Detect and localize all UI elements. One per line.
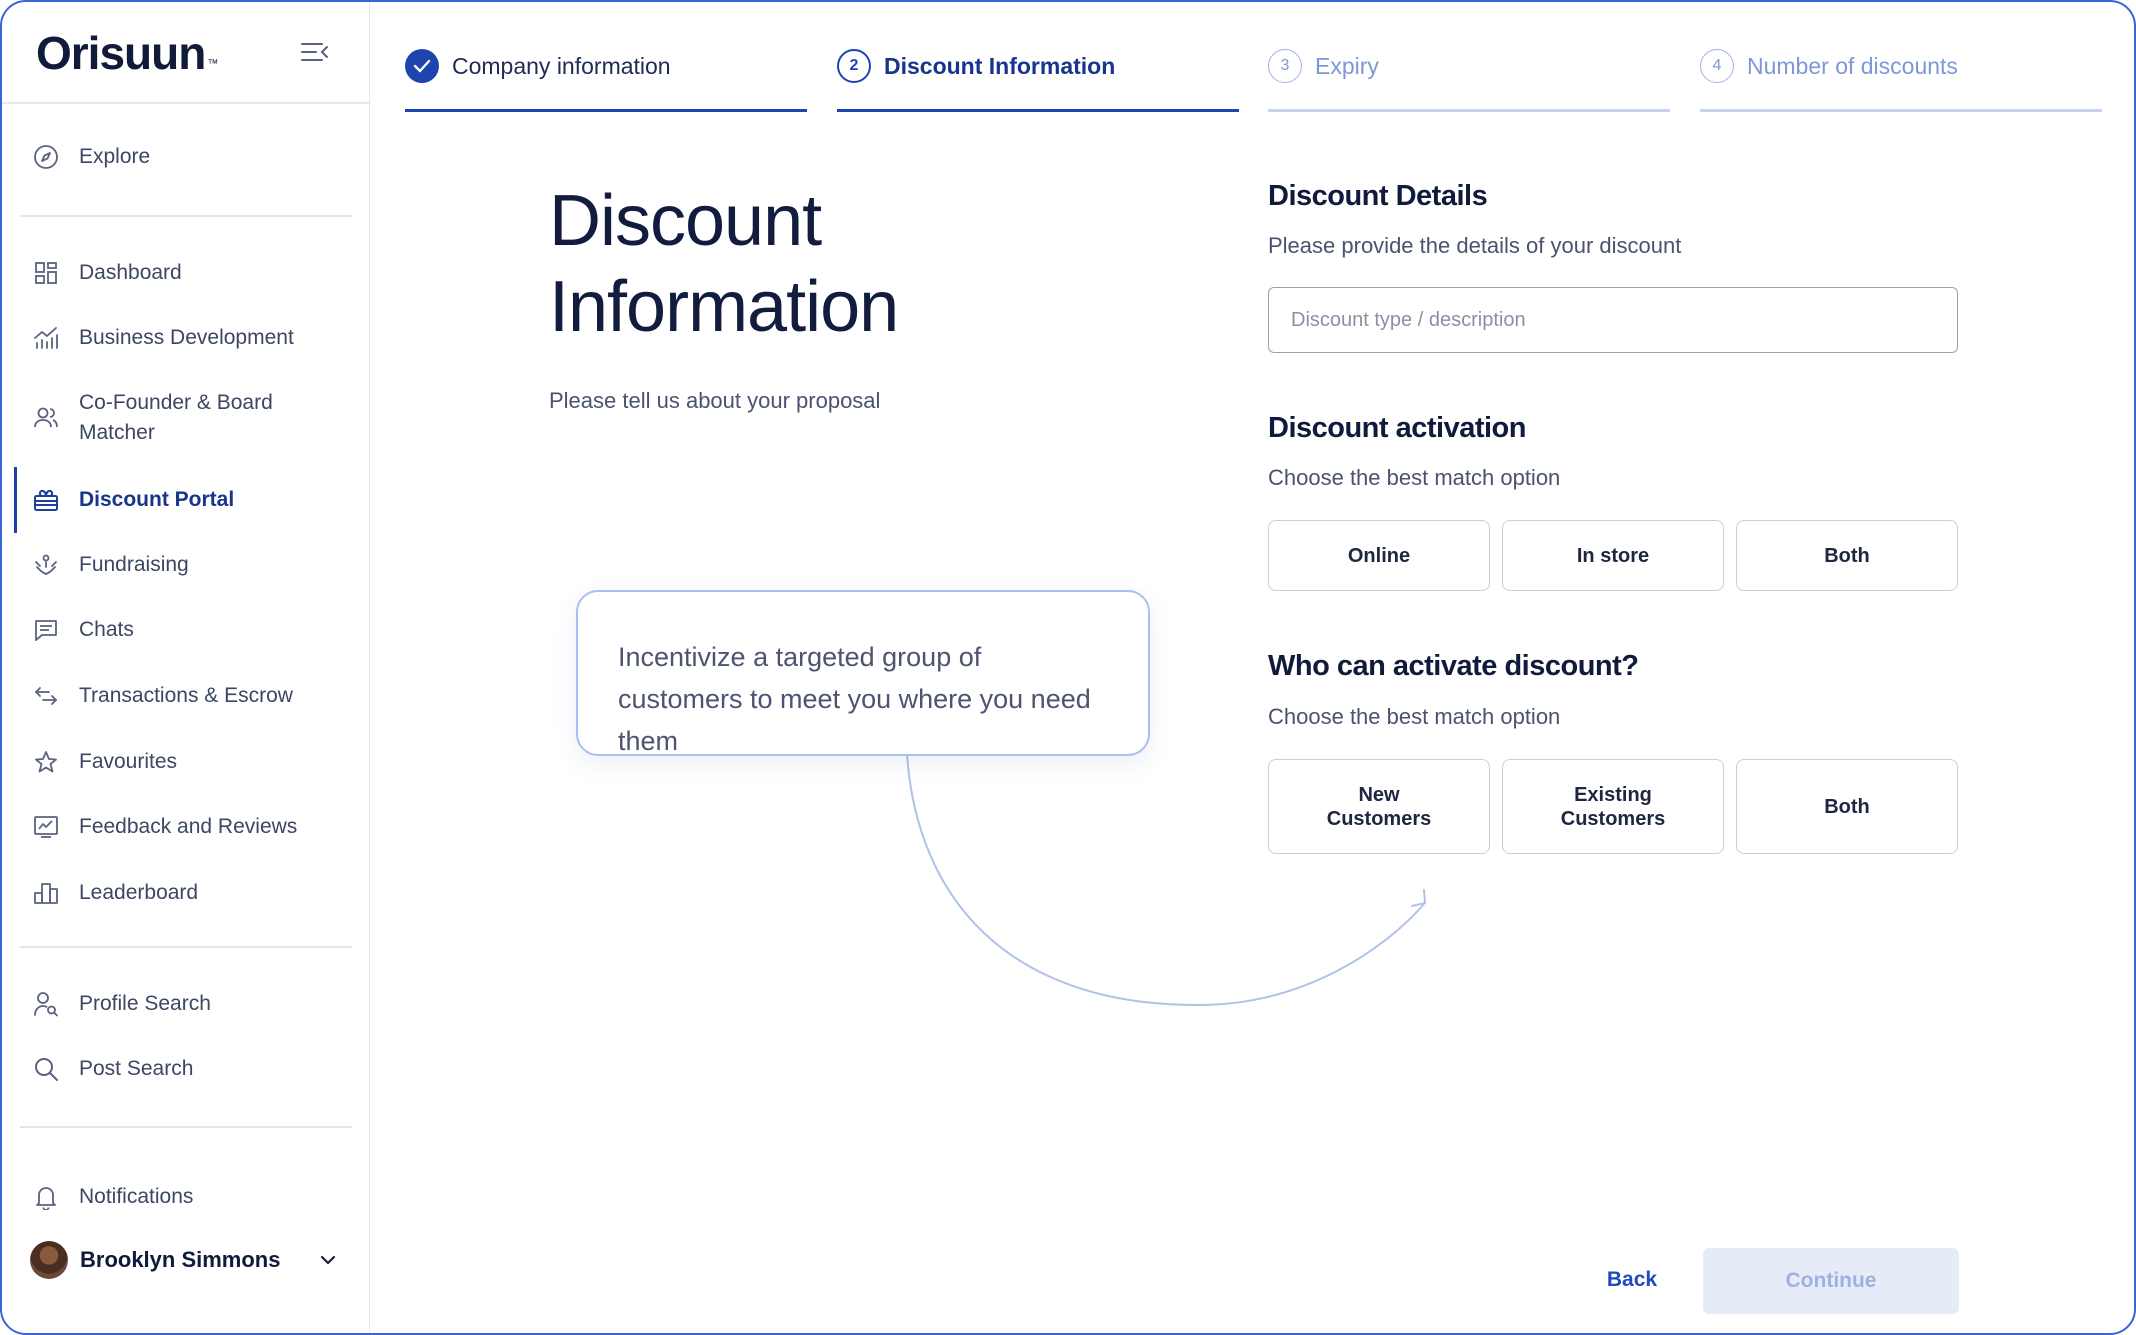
step-label: Discount Information <box>884 52 1116 79</box>
gift-icon <box>32 486 60 514</box>
section-title-discount-activation: Discount activation <box>1268 412 1527 444</box>
sidebar-item-label: Post Search <box>79 1057 194 1080</box>
info-callout: Incentivize a targeted group of customer… <box>576 590 1150 756</box>
step-discount-information[interactable]: 2 Discount Information <box>837 46 1239 112</box>
step-number: 2 <box>837 49 871 83</box>
logo-trademark: ™ <box>207 58 219 70</box>
step-label: Number of discounts <box>1747 52 1958 79</box>
logo[interactable]: Orisuun ™ <box>36 28 218 78</box>
compass-icon <box>32 143 60 171</box>
chart-growth-icon <box>32 324 60 352</box>
page-title-line2: Information <box>549 267 899 347</box>
sidebar-divider <box>20 1126 352 1128</box>
sidebar-divider <box>20 946 352 948</box>
audience-option-new-customers[interactable]: New Customers <box>1268 759 1490 854</box>
sidebar-item-discount-portal[interactable]: Discount Portal <box>2 485 370 515</box>
user-menu[interactable]: Brooklyn Simmons <box>30 1240 340 1280</box>
step-number: 3 <box>1268 49 1302 83</box>
sidebar-item-feedback-reviews[interactable]: Feedback and Reviews <box>2 812 370 842</box>
feedback-icon <box>32 813 60 841</box>
activation-option-in-store[interactable]: In store <box>1502 520 1724 591</box>
activation-option-both[interactable]: Both <box>1736 520 1958 591</box>
sidebar-item-profile-search[interactable]: Profile Search <box>2 989 370 1019</box>
sidebar-item-label: Feedback and Reviews <box>79 815 298 838</box>
dashboard-grid-icon <box>32 259 60 287</box>
sidebar-item-leaderboard[interactable]: Leaderboard <box>2 878 370 908</box>
audience-option-existing-customers[interactable]: Existing Customers <box>1502 759 1724 854</box>
step-number-of-discounts[interactable]: 4 Number of discounts <box>1700 46 2102 112</box>
sidebar-item-post-search[interactable]: Post Search <box>2 1054 370 1084</box>
sidebar-item-notifications[interactable]: Notifications <box>2 1182 370 1212</box>
transfer-arrows-icon <box>32 682 60 710</box>
section-subtitle: Choose the best match option <box>1268 465 1561 490</box>
check-icon <box>405 49 439 83</box>
continue-button[interactable]: Continue <box>1703 1248 1959 1314</box>
section-subtitle: Please provide the details of your disco… <box>1268 233 1682 258</box>
sidebar-item-cofounder-matcher[interactable]: Co-Founder & Board Matcher <box>2 388 302 448</box>
audience-option-both[interactable]: Both <box>1736 759 1958 854</box>
step-label: Expiry <box>1315 52 1379 79</box>
chevron-down-icon[interactable] <box>316 1248 340 1272</box>
section-title-who-can-activate: Who can activate discount? <box>1268 650 1639 682</box>
bell-icon <box>32 1183 60 1211</box>
app-window: Orisuun ™ Explore Dashboard Business Dev… <box>0 0 2136 1335</box>
sidebar-item-label: Notifications <box>79 1185 194 1208</box>
section-title-discount-details: Discount Details <box>1268 180 1488 212</box>
leaderboard-icon <box>32 879 60 907</box>
sidebar-item-label: Chats <box>79 618 134 641</box>
sidebar-item-explore[interactable]: Explore <box>2 142 370 172</box>
step-label: Company information <box>452 52 671 79</box>
step-expiry[interactable]: 3 Expiry <box>1268 46 1670 112</box>
step-progress-line <box>837 109 1239 112</box>
sidebar-item-label: Fundraising <box>79 553 189 576</box>
sidebar-divider <box>20 215 352 217</box>
step-number: 4 <box>1700 49 1734 83</box>
page-title-line1: Discount <box>549 181 822 261</box>
sidebar-item-favourites[interactable]: Favourites <box>2 747 370 777</box>
sidebar-item-label: Dashboard <box>79 261 182 284</box>
star-icon <box>32 748 60 776</box>
people-icon <box>32 404 60 432</box>
step-progress-line <box>1700 109 2102 112</box>
sidebar-item-label: Profile Search <box>79 992 211 1015</box>
sidebar-item-label: Favourites <box>79 750 178 773</box>
sidebar-item-label: Business Development <box>79 326 294 349</box>
discount-description-input[interactable] <box>1268 287 1958 353</box>
step-progress-line <box>405 109 807 112</box>
avatar <box>30 1241 68 1279</box>
sidebar-header-divider <box>2 102 370 104</box>
chat-icon <box>32 616 60 644</box>
sidebar-item-business-development[interactable]: Business Development <box>2 323 370 353</box>
search-icon <box>32 1055 60 1083</box>
page-title: Discount Information <box>549 178 1029 350</box>
step-progress-line <box>1268 109 1670 112</box>
fundraising-icon <box>32 551 60 579</box>
sidebar-item-label: Transactions & Escrow <box>79 684 293 707</box>
sidebar-item-dashboard[interactable]: Dashboard <box>2 258 370 288</box>
step-company-information[interactable]: Company information <box>405 46 807 112</box>
sidebar: Orisuun ™ Explore Dashboard Business Dev… <box>2 2 370 1333</box>
sidebar-item-label: Leaderboard <box>79 881 199 904</box>
sidebar-item-transactions-escrow[interactable]: Transactions & Escrow <box>2 681 370 711</box>
activation-option-online[interactable]: Online <box>1268 520 1490 591</box>
back-button[interactable]: Back <box>1582 1248 1682 1312</box>
sidebar-item-label: Explore <box>79 145 151 168</box>
logo-text: Orisuun <box>36 27 206 79</box>
sidebar-item-label: Co-Founder & Board Matcher <box>79 391 273 444</box>
user-name: Brooklyn Simmons <box>80 1247 281 1272</box>
sidebar-item-chats[interactable]: Chats <box>2 615 370 645</box>
profile-search-icon <box>32 990 60 1018</box>
sidebar-item-label: Discount Portal <box>79 488 235 511</box>
page-subtitle: Please tell us about your proposal <box>549 388 881 413</box>
section-subtitle: Choose the best match option <box>1268 704 1561 729</box>
collapse-sidebar-icon[interactable] <box>300 40 330 64</box>
sidebar-item-fundraising[interactable]: Fundraising <box>2 550 370 580</box>
